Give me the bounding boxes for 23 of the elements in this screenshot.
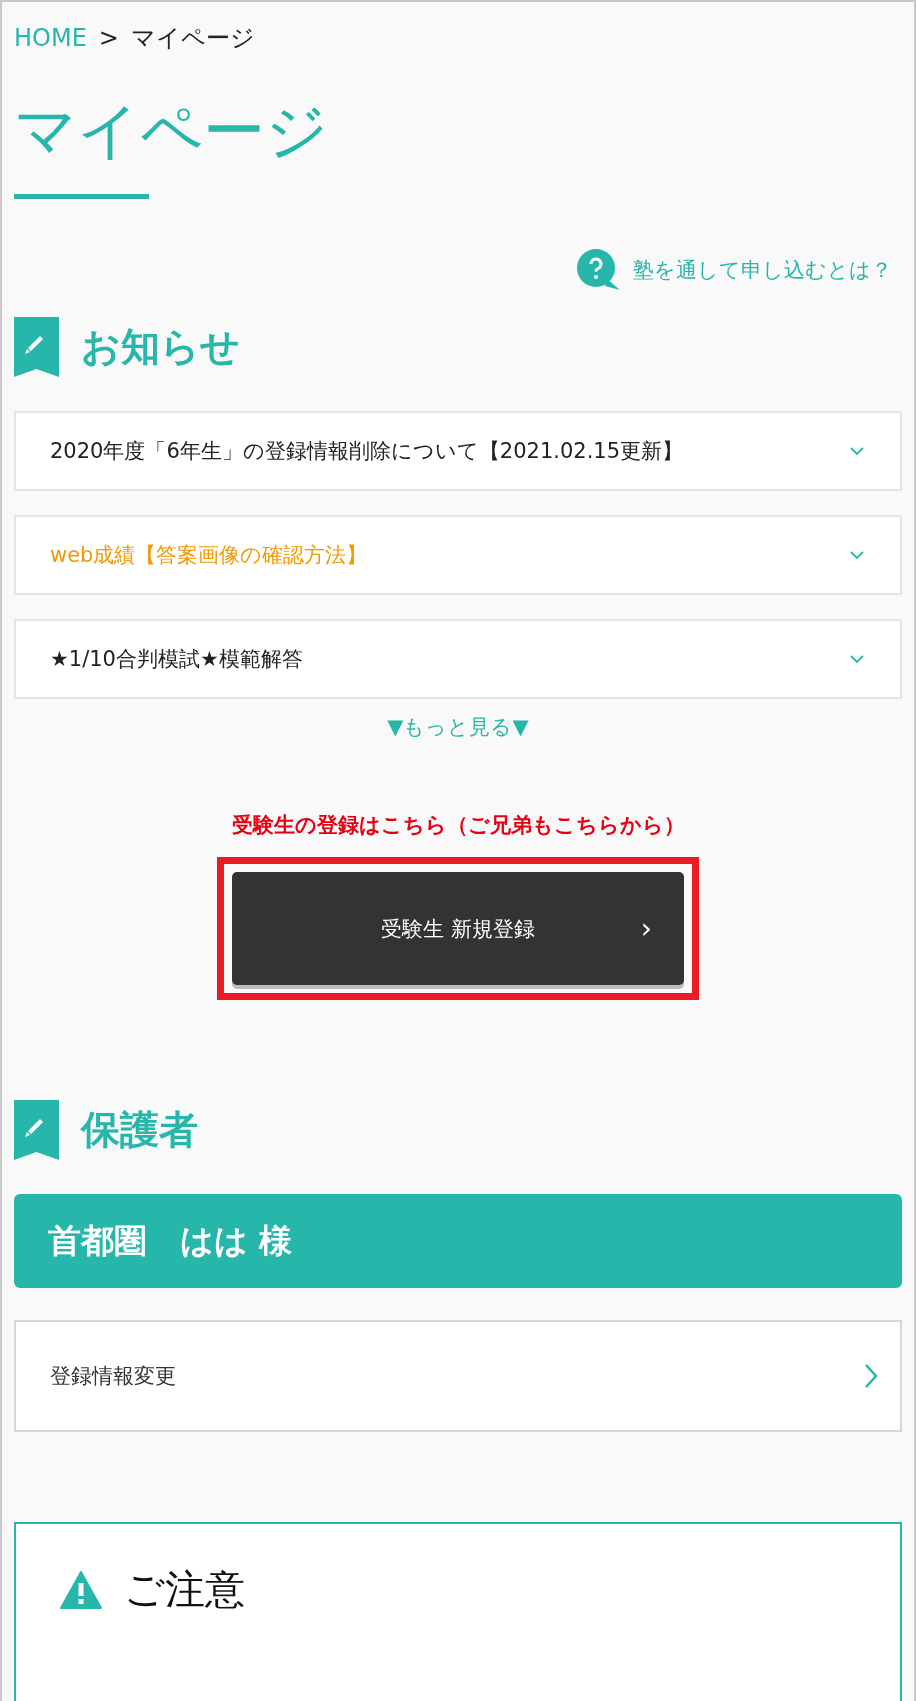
section-heading: 保護者 — [81, 1106, 198, 1155]
notice-title: web成績【答案画像の確認方法】 — [50, 542, 368, 570]
pencil-bookmark-icon — [14, 317, 59, 378]
breadcrumb-current: マイページ — [130, 23, 255, 54]
pencil-bookmark-icon — [14, 1100, 59, 1161]
notice-title: ★1/10合判模試★模範解答 — [50, 646, 303, 674]
section-heading: お知らせ — [81, 323, 240, 372]
register-button[interactable]: 受験生 新規登録 › — [232, 872, 684, 986]
register-note: 受験生の登録はこちら（ご兄弟もこちらから） — [231, 812, 685, 840]
caution-title: ご注意 — [124, 1565, 245, 1615]
profile-link[interactable]: 登録情報変更 — [14, 1320, 902, 1433]
guardian-name: 首都圏 はは 様 — [48, 1219, 293, 1262]
chevron-icon — [850, 654, 864, 664]
chevron-icon — [850, 446, 864, 456]
breadcrumb-separator: > — [98, 24, 119, 52]
notice-item[interactable]: 2020年度「6年生」の登録情報削除について【2021.02.15更新】 — [14, 411, 902, 492]
question-bubble-icon — [575, 249, 621, 292]
warning-icon — [60, 1570, 102, 1609]
notice-title: 2020年度「6年生」の登録情報削除について【2021.02.15更新】 — [50, 438, 684, 466]
chevron-icon — [850, 550, 864, 560]
page-title: マイページ — [14, 94, 329, 169]
chevron-right-icon — [864, 1363, 878, 1390]
notice-item[interactable]: ★1/10合判模試★模範解答 — [14, 619, 902, 700]
